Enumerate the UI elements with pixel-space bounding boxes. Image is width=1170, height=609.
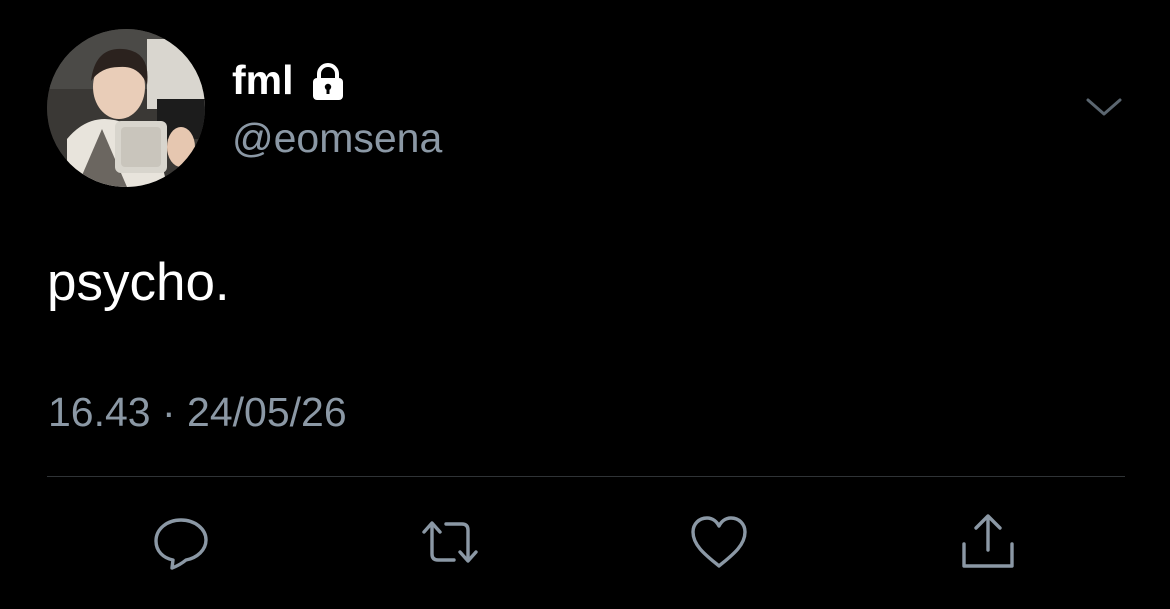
lock-icon xyxy=(308,62,348,102)
reply-button[interactable] xyxy=(151,512,211,572)
chevron-down-icon[interactable] xyxy=(1084,92,1124,122)
tweet-card: fml @eomsena psycho. 16.43 · 24/05/26 xyxy=(0,0,1170,609)
share-upload-icon xyxy=(958,512,1018,572)
like-button[interactable] xyxy=(689,512,749,572)
retweet-arrows-icon xyxy=(418,512,482,572)
avatar[interactable] xyxy=(47,29,205,187)
user-handle[interactable]: @eomsena xyxy=(232,110,442,166)
display-name-row: fml xyxy=(232,52,348,108)
divider xyxy=(47,476,1125,477)
speech-bubble-icon xyxy=(151,512,211,572)
retweet-button[interactable] xyxy=(420,512,480,572)
tweet-timestamp[interactable]: 16.43 · 24/05/26 xyxy=(48,384,347,440)
heart-icon xyxy=(689,512,749,572)
share-button[interactable] xyxy=(958,512,1018,572)
display-name[interactable]: fml xyxy=(232,52,294,108)
tweet-text: psycho. xyxy=(47,253,230,312)
profile-photo xyxy=(47,29,205,187)
